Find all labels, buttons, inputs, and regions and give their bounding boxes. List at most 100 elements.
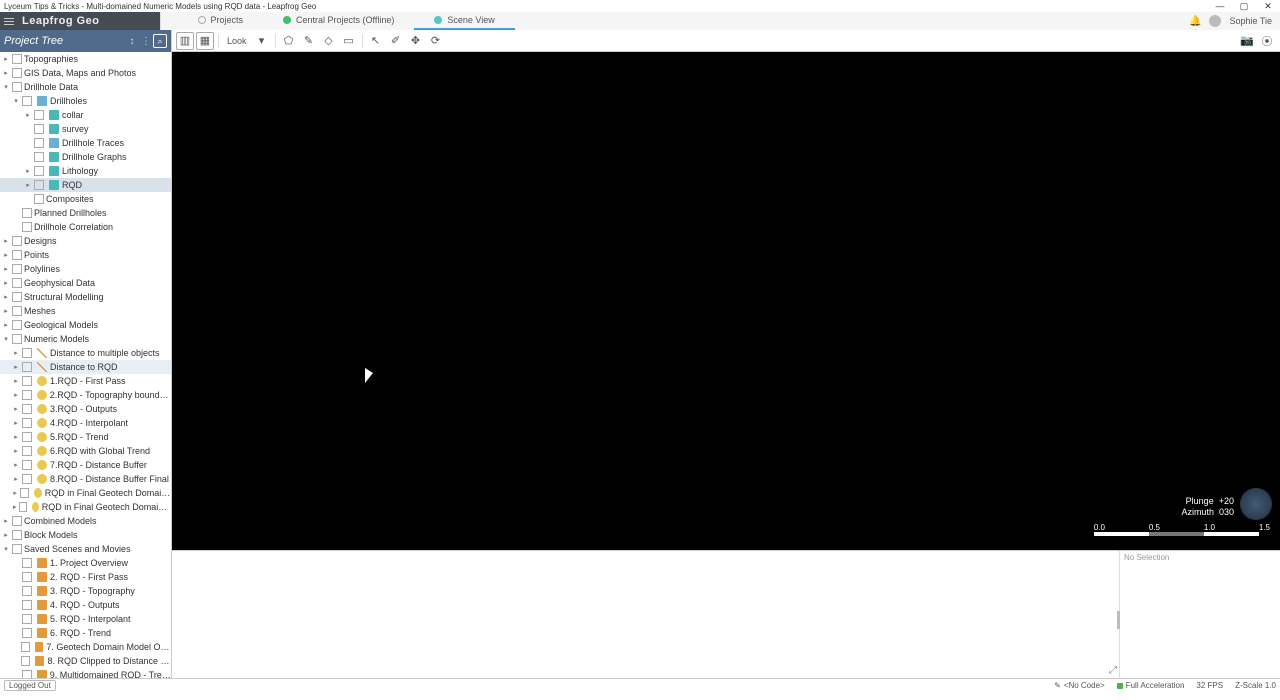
lasso-icon[interactable]: ◇ xyxy=(320,32,338,50)
tree-node-sc5[interactable]: 5. RQD - Interpolant xyxy=(0,612,171,626)
tree-node-drillhole-data[interactable]: ▾Drillhole Data xyxy=(0,80,171,94)
project-tree[interactable]: ▸Topographies ▸GIS Data, Maps and Photos… xyxy=(0,52,171,678)
close-icon[interactable]: ✕ xyxy=(1256,1,1280,12)
tree-node-gis[interactable]: ▸GIS Data, Maps and Photos xyxy=(0,66,171,80)
draw-icon[interactable]: ✎ xyxy=(300,32,318,50)
compass-icon[interactable] xyxy=(1240,488,1272,520)
screenshot-all-icon[interactable]: ▦ xyxy=(196,32,214,50)
tree-node-nm5[interactable]: ▸5.RQD - Trend xyxy=(0,430,171,444)
scene-icon xyxy=(37,670,47,678)
filter-icon[interactable]: ⋮ xyxy=(139,34,153,48)
traces-icon xyxy=(49,138,59,148)
tab-scene-view[interactable]: Scene View xyxy=(414,12,514,30)
tree-node-dist-multi[interactable]: ▸Distance to multiple objects xyxy=(0,346,171,360)
camera-icon[interactable]: 📷 xyxy=(1238,32,1256,50)
login-label: Logged Out xyxy=(9,681,51,690)
tree-node-sc8[interactable]: 8. RQD Clipped to Distance Buffer xyxy=(0,654,171,668)
axis-control-icon[interactable]: ⤢ xyxy=(1109,665,1117,676)
bell-icon[interactable]: 🔔 xyxy=(1189,16,1201,27)
tree-node-sc9[interactable]: 9. Multidomained RQD - Trend xyxy=(0,668,171,678)
tab-label: Projects xyxy=(211,15,244,25)
tree-node-lithology[interactable]: ▸Lithology xyxy=(0,164,171,178)
tree-node-composites[interactable]: Composites xyxy=(0,192,171,206)
acceleration-status: Full Acceleration xyxy=(1117,681,1185,690)
graphs-icon xyxy=(49,152,59,162)
scene-viewport[interactable]: Plunge +20 Azimuth 030 0.0 0.5 1.0 1.5 xyxy=(172,52,1280,550)
model-icon xyxy=(37,432,47,442)
tree-node-saved[interactable]: ▾Saved Scenes and Movies xyxy=(0,542,171,556)
tree-node-nm6[interactable]: ▸6.RQD with Global Trend xyxy=(0,444,171,458)
tree-node-meshes[interactable]: ▸Meshes xyxy=(0,304,171,318)
screenshot-icon[interactable]: ▥ xyxy=(176,32,194,50)
tree-node-nm10[interactable]: ▸RQD in Final Geotech Domained Model - T… xyxy=(0,500,171,514)
tree-node-polylines[interactable]: ▸Polylines xyxy=(0,262,171,276)
tab-central-projects[interactable]: Central Projects (Offline) xyxy=(263,12,414,30)
collapse-handle[interactable] xyxy=(1117,611,1120,629)
tree-node-block[interactable]: ▸Block Models xyxy=(0,528,171,542)
tree-node-planned-drillholes[interactable]: Planned Drillholes xyxy=(0,206,171,220)
zscale-status[interactable]: Z-Scale 1.0 xyxy=(1235,681,1276,690)
scene-list-panel[interactable]: ⤢ xyxy=(172,551,1120,678)
tree-node-nm9[interactable]: ▸RQD in Final Geotech Domained Model xyxy=(0,486,171,500)
axis-icon[interactable]: ⦿ xyxy=(1258,32,1276,50)
tree-node-drillhole-traces[interactable]: Drillhole Traces xyxy=(0,136,171,150)
tree-node-survey[interactable]: survey xyxy=(0,122,171,136)
search-icon[interactable]: ⌕ xyxy=(153,34,167,48)
model-icon xyxy=(37,390,47,400)
tree-node-rqd[interactable]: ▸RQD xyxy=(0,178,171,192)
tree-node-structural[interactable]: ▸Structural Modelling xyxy=(0,290,171,304)
scene-toolbar: ▥ ▦ Look ▾ ⬠ ✎ ◇ ▭ ↖ ✐ ✥ ⟳ 📷 ⦿ xyxy=(172,30,1280,52)
tab-projects[interactable]: Projects xyxy=(178,12,264,30)
tree-node-designs[interactable]: ▸Designs xyxy=(0,234,171,248)
project-tree-header: Project Tree ↕ ⋮ ⌕ xyxy=(0,30,171,52)
tree-node-geophysical[interactable]: ▸Geophysical Data xyxy=(0,276,171,290)
look-dropdown-icon[interactable]: ▾ xyxy=(253,32,271,50)
link-icon[interactable]: ⟳ xyxy=(427,32,445,50)
header-right: 🔔 Sophie Tie xyxy=(1181,12,1280,30)
avatar[interactable] xyxy=(1209,15,1221,27)
pointer-icon[interactable]: ↖ xyxy=(367,32,385,50)
model-icon xyxy=(37,460,47,470)
tree-node-drillhole-graphs[interactable]: Drillhole Graphs xyxy=(0,150,171,164)
code-status[interactable]: ✎ <No Code> xyxy=(1054,681,1105,690)
tree-node-nm4[interactable]: ▸4.RQD - Interpolant xyxy=(0,416,171,430)
tree-node-sc6[interactable]: 6. RQD - Trend xyxy=(0,626,171,640)
box-select-icon[interactable]: ▭ xyxy=(340,32,358,50)
tab-label: Scene View xyxy=(447,15,494,25)
tree-node-drillhole-correlation[interactable]: Drillhole Correlation xyxy=(0,220,171,234)
cursor-icon xyxy=(365,368,377,386)
move-icon[interactable]: ✥ xyxy=(407,32,425,50)
tree-node-collar[interactable]: ▸collar xyxy=(0,108,171,122)
maximize-icon[interactable]: ▢ xyxy=(1232,1,1256,12)
tree-node-nm8[interactable]: ▸8.RQD - Distance Buffer Final xyxy=(0,472,171,486)
tree-node-sc3[interactable]: 3. RQD - Topography xyxy=(0,584,171,598)
scene-icon xyxy=(37,558,47,568)
select-icon[interactable]: ⬠ xyxy=(280,32,298,50)
status-bar: Logged Out ✎ <No Code> Full Acceleration… xyxy=(0,678,1280,692)
tree-node-nm3[interactable]: ▸3.RQD - Outputs xyxy=(0,402,171,416)
minimize-icon[interactable]: — xyxy=(1208,1,1232,12)
user-name: Sophie Tie xyxy=(1229,16,1272,26)
tree-node-nm2[interactable]: ▸2.RQD - Topography boundary xyxy=(0,388,171,402)
login-button[interactable]: Logged Out xyxy=(4,680,56,691)
tree-node-geological[interactable]: ▸Geological Models xyxy=(0,318,171,332)
tree-node-dist-rqd[interactable]: ▸Distance to RQD xyxy=(0,360,171,374)
tree-node-sc4[interactable]: 4. RQD - Outputs xyxy=(0,598,171,612)
tree-node-sc2[interactable]: 2. RQD - First Pass xyxy=(0,570,171,584)
tree-node-drillholes[interactable]: ▾Drillholes xyxy=(0,94,171,108)
menu-icon[interactable] xyxy=(0,12,18,30)
tree-node-numeric[interactable]: ▾Numeric Models xyxy=(0,332,171,346)
tree-node-nm1[interactable]: ▸1.RQD - First Pass xyxy=(0,374,171,388)
tree-node-nm7[interactable]: ▸7.RQD - Distance Buffer xyxy=(0,458,171,472)
tree-node-points[interactable]: ▸Points xyxy=(0,248,171,262)
tree-node-sc1[interactable]: 1. Project Overview xyxy=(0,556,171,570)
model-icon xyxy=(34,488,42,498)
tree-node-sc7[interactable]: 7. Geotech Domain Model Overview xyxy=(0,640,171,654)
collapse-icon[interactable]: ↕ xyxy=(125,34,139,48)
tree-node-combined[interactable]: ▸Combined Models xyxy=(0,514,171,528)
edit-icon[interactable]: ✐ xyxy=(387,32,405,50)
tree-node-topographies[interactable]: ▸Topographies xyxy=(0,52,171,66)
table-icon xyxy=(49,124,59,134)
scene-icon xyxy=(37,572,47,582)
properties-panel: No Selection xyxy=(1120,551,1280,678)
